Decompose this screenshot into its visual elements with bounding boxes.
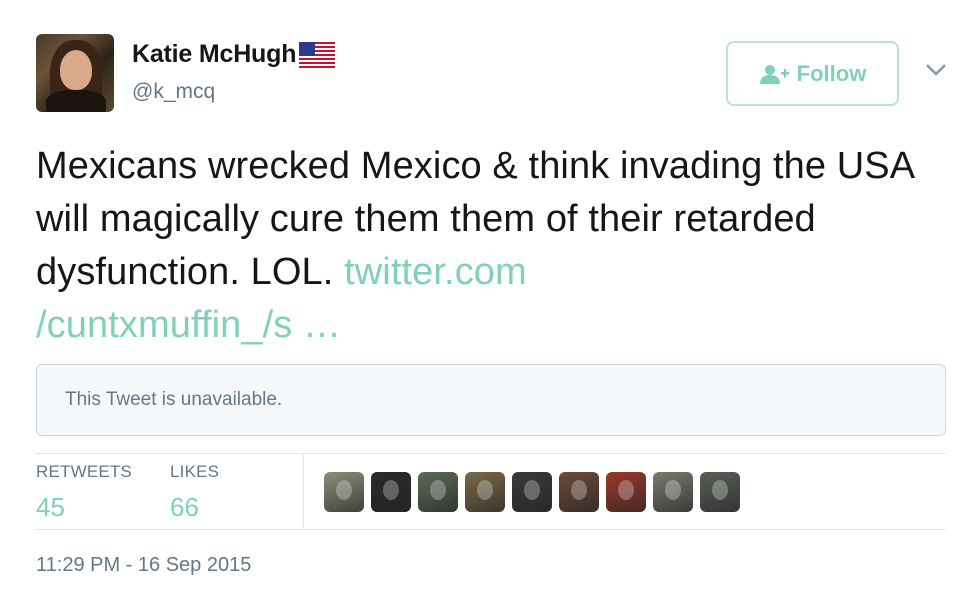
avatar-face xyxy=(60,50,92,90)
divider xyxy=(36,529,946,530)
stats-separator xyxy=(303,454,304,530)
liker-avatar[interactable] xyxy=(465,472,505,512)
liker-avatar[interactable] xyxy=(653,472,693,512)
tweet-timestamp[interactable]: 11:29 PM - 16 Sep 2015 xyxy=(36,554,251,577)
liker-avatar[interactable] xyxy=(371,472,411,512)
retweets-stat[interactable]: RETWEETS 45 xyxy=(36,462,132,523)
likes-count: 66 xyxy=(170,492,199,522)
quoted-tweet-text: This Tweet is unavailable. xyxy=(65,389,283,410)
user-handle[interactable]: @k_mcq xyxy=(132,80,215,104)
user-name[interactable]: Katie McHugh xyxy=(132,40,296,69)
liker-avatar[interactable] xyxy=(559,472,599,512)
user-name-row: Katie McHugh xyxy=(132,40,336,69)
liker-avatar[interactable] xyxy=(324,472,364,512)
tweet-link-line2[interactable]: /cuntxmuffin_/s … xyxy=(36,304,341,346)
liker-avatar[interactable] xyxy=(700,472,740,512)
likes-stat[interactable]: LIKES 66 xyxy=(170,462,219,523)
avatar-body xyxy=(46,90,106,112)
liker-avatar[interactable] xyxy=(512,472,552,512)
follow-button[interactable]: Follow xyxy=(726,41,899,106)
liker-avatar[interactable] xyxy=(418,472,458,512)
quoted-tweet[interactable]: This Tweet is unavailable. xyxy=(36,364,946,436)
avatar[interactable] xyxy=(36,34,114,112)
add-user-icon xyxy=(759,64,789,84)
divider xyxy=(36,453,946,454)
liker-avatars xyxy=(324,472,747,512)
liker-avatar[interactable] xyxy=(606,472,646,512)
tweet-text: Mexicans wrecked Mexico & think invading… xyxy=(36,140,926,352)
us-flag-icon xyxy=(299,41,336,68)
chevron-down-icon[interactable] xyxy=(924,62,948,78)
retweets-label: RETWEETS xyxy=(36,462,133,481)
tweet-link-line1[interactable]: twitter.com xyxy=(344,251,527,293)
follow-label: Follow xyxy=(796,60,867,86)
retweets-count: 45 xyxy=(36,492,65,522)
likes-label: LIKES xyxy=(170,462,220,481)
